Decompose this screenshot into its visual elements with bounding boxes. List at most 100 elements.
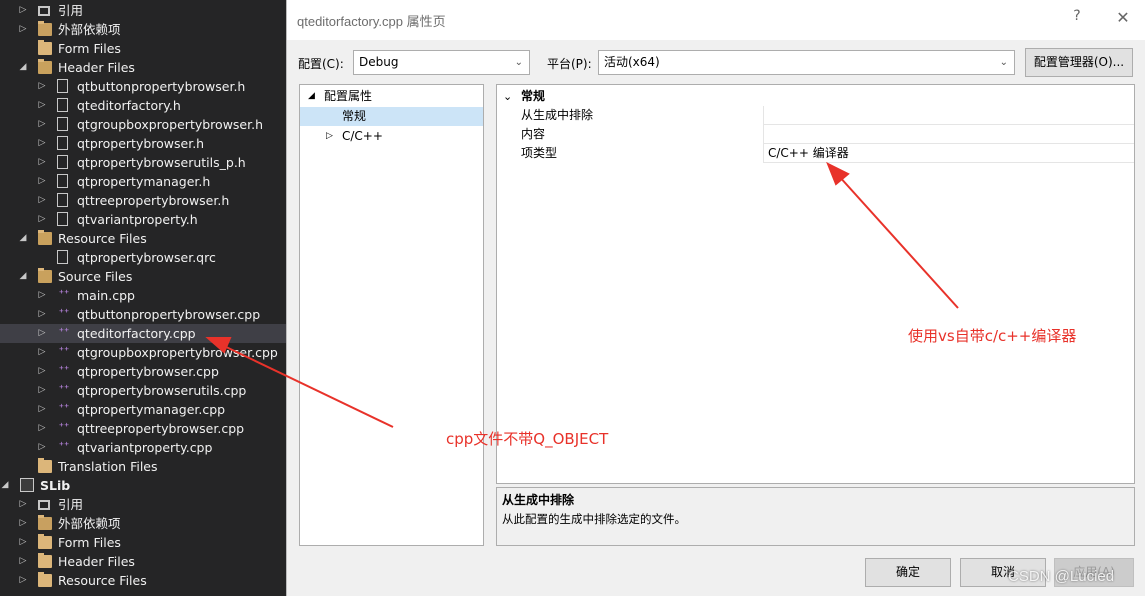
explorer-row[interactable]: ▷ qttreepropertybrowser.h	[0, 191, 286, 210]
explorer-row[interactable]: ◢ Source Files	[0, 267, 286, 286]
header-file-icon	[57, 155, 68, 169]
explorer-row[interactable]: ▷ ⁺⁺ qtgroupboxpropertybrowser.cpp	[0, 343, 286, 362]
explorer-row[interactable]: ▷ qtpropertybrowser.h	[0, 134, 286, 153]
explorer-row-label: qtpropertymanager.cpp	[77, 402, 226, 417]
config-tree-label: 配置属性	[324, 89, 373, 103]
expand-icon[interactable]: ▷	[37, 191, 47, 210]
explorer-row-label: 外部依赖项	[58, 516, 121, 531]
collapse-icon[interactable]: ◢	[0, 476, 10, 495]
explorer-row[interactable]: qtpropertybrowser.qrc	[0, 248, 286, 267]
property-row[interactable]: 从生成中排除	[497, 106, 1134, 125]
folder-open-icon	[38, 230, 52, 245]
expand-icon[interactable]: ▷	[37, 172, 47, 191]
expand-icon[interactable]: ▷	[37, 77, 47, 96]
property-row[interactable]: 项类型 C/C++ 编译器	[497, 144, 1134, 163]
collapse-icon[interactable]: ◢	[18, 58, 28, 77]
explorer-row[interactable]: ▷ 外部依赖项	[0, 20, 286, 39]
header-file-icon	[57, 212, 68, 226]
expand-icon[interactable]: ▷	[37, 210, 47, 229]
explorer-row[interactable]: ▷ qtgroupboxpropertybrowser.h	[0, 115, 286, 134]
explorer-row[interactable]: ▷ qtbuttonpropertybrowser.h	[0, 77, 286, 96]
reference-icon	[38, 6, 50, 16]
cpp-file-icon: ⁺⁺	[58, 422, 70, 433]
expand-icon[interactable]: ▷	[37, 134, 47, 153]
explorer-row[interactable]: ▷ ⁺⁺ qttreepropertybrowser.cpp	[0, 419, 286, 438]
expand-icon[interactable]: ▷	[18, 552, 28, 571]
config-tree-item[interactable]: 常规	[300, 107, 483, 126]
property-row[interactable]: 内容	[497, 125, 1134, 144]
property-name: 项类型	[521, 146, 558, 160]
expand-icon[interactable]: ▷	[326, 127, 333, 146]
property-value[interactable]: C/C++ 编译器	[763, 144, 1134, 163]
expand-icon[interactable]: ▷	[37, 438, 47, 457]
explorer-row-label: 引用	[58, 3, 84, 18]
explorer-row[interactable]: ▷ ⁺⁺ qtpropertybrowser.cpp	[0, 362, 286, 381]
close-button[interactable]: ✕	[1111, 6, 1135, 30]
header-file-icon	[57, 174, 68, 188]
explorer-row[interactable]: ▷ qteditorfactory.h	[0, 96, 286, 115]
config-manager-button[interactable]: 配置管理器(O)...	[1025, 48, 1133, 77]
help-button[interactable]: ?	[1067, 8, 1087, 30]
grid-category-general[interactable]: ⌄ 常规	[497, 87, 1134, 106]
expand-icon[interactable]: ▷	[37, 362, 47, 381]
explorer-row-label: qteditorfactory.h	[77, 98, 181, 113]
expand-icon[interactable]: ▷	[37, 286, 47, 305]
explorer-row[interactable]: ▷ ⁺⁺ qtpropertybrowserutils.cpp	[0, 381, 286, 400]
expand-icon[interactable]: ▷	[37, 324, 47, 343]
property-value[interactable]	[763, 106, 1134, 125]
expand-icon[interactable]: ▷	[18, 1, 28, 20]
expand-icon[interactable]: ▷	[18, 514, 28, 533]
explorer-row[interactable]: ▷ ⁺⁺ qtvariantproperty.cpp	[0, 438, 286, 457]
explorer-row[interactable]: ◢ SLib	[0, 476, 286, 495]
config-select[interactable]: Debug ⌄	[353, 50, 530, 75]
explorer-row[interactable]: ▷ ⁺⁺ qtpropertymanager.cpp	[0, 400, 286, 419]
explorer-row[interactable]: ▷ Header Files	[0, 552, 286, 571]
category-collapse-icon[interactable]: ⌄	[503, 87, 512, 106]
explorer-row[interactable]: ▷ qtpropertymanager.h	[0, 172, 286, 191]
explorer-row[interactable]: ▷ ⁺⁺ main.cpp	[0, 286, 286, 305]
cpp-file-icon: ⁺⁺	[58, 403, 70, 414]
explorer-row-label: qteditorfactory.cpp	[77, 326, 196, 341]
explorer-row[interactable]: ◢ Resource Files	[0, 229, 286, 248]
expand-icon[interactable]: ▷	[37, 115, 47, 134]
explorer-row[interactable]: ▷ 引用	[0, 1, 286, 20]
config-tree-item[interactable]: ◢ 配置属性	[300, 87, 483, 106]
expand-icon[interactable]: ▷	[18, 495, 28, 514]
explorer-row[interactable]: Translation Files	[0, 457, 286, 476]
property-value[interactable]	[763, 125, 1134, 144]
explorer-row[interactable]: ▷ qtvariantproperty.h	[0, 210, 286, 229]
platform-select[interactable]: 活动(x64) ⌄	[598, 50, 1015, 75]
expand-icon[interactable]: ▷	[37, 96, 47, 115]
expand-icon[interactable]: ▷	[18, 20, 28, 39]
expand-icon[interactable]: ▷	[37, 153, 47, 172]
collapse-icon[interactable]: ◢	[18, 267, 28, 286]
ok-button[interactable]: 确定	[865, 558, 951, 587]
chevron-down-icon: ⌄	[999, 57, 1008, 68]
property-grid: ⌄ 常规 从生成中排除 内容项类型 C/C++ 编译器	[496, 84, 1135, 484]
platform-label: 平台(P):	[547, 57, 592, 71]
expand-icon[interactable]: ▷	[18, 533, 28, 552]
explorer-row[interactable]: ▷ Form Files	[0, 533, 286, 552]
explorer-row[interactable]: ▷ Resource Files	[0, 571, 286, 590]
explorer-row[interactable]: Form Files	[0, 39, 286, 58]
explorer-row[interactable]: ▷ qtpropertybrowserutils_p.h	[0, 153, 286, 172]
explorer-row[interactable]: ▷ 引用	[0, 495, 286, 514]
explorer-row[interactable]: ◢ Header Files	[0, 58, 286, 77]
explorer-row[interactable]: ▷ 外部依赖项	[0, 514, 286, 533]
expand-icon[interactable]: ▷	[37, 381, 47, 400]
expand-icon[interactable]: ▷	[37, 343, 47, 362]
expand-icon[interactable]: ▷	[37, 305, 47, 324]
cpp-file-icon: ⁺⁺	[58, 384, 70, 395]
explorer-row[interactable]: ▷ ⁺⁺ qteditorfactory.cpp	[0, 324, 286, 343]
config-tree-label: 常规	[342, 109, 367, 123]
folder-icon	[38, 572, 52, 587]
explorer-row[interactable]: ▷ ⁺⁺ qtbuttonpropertybrowser.cpp	[0, 305, 286, 324]
config-tree-item[interactable]: ▷ C/C++	[300, 127, 483, 146]
expand-icon[interactable]: ▷	[37, 419, 47, 438]
expand-icon[interactable]: ▷	[18, 571, 28, 590]
explorer-row-label: qtgroupboxpropertybrowser.cpp	[77, 345, 278, 360]
collapse-icon[interactable]: ◢	[18, 229, 28, 248]
collapse-icon[interactable]: ◢	[308, 87, 315, 106]
expand-icon[interactable]: ▷	[37, 400, 47, 419]
header-file-icon	[57, 193, 68, 207]
